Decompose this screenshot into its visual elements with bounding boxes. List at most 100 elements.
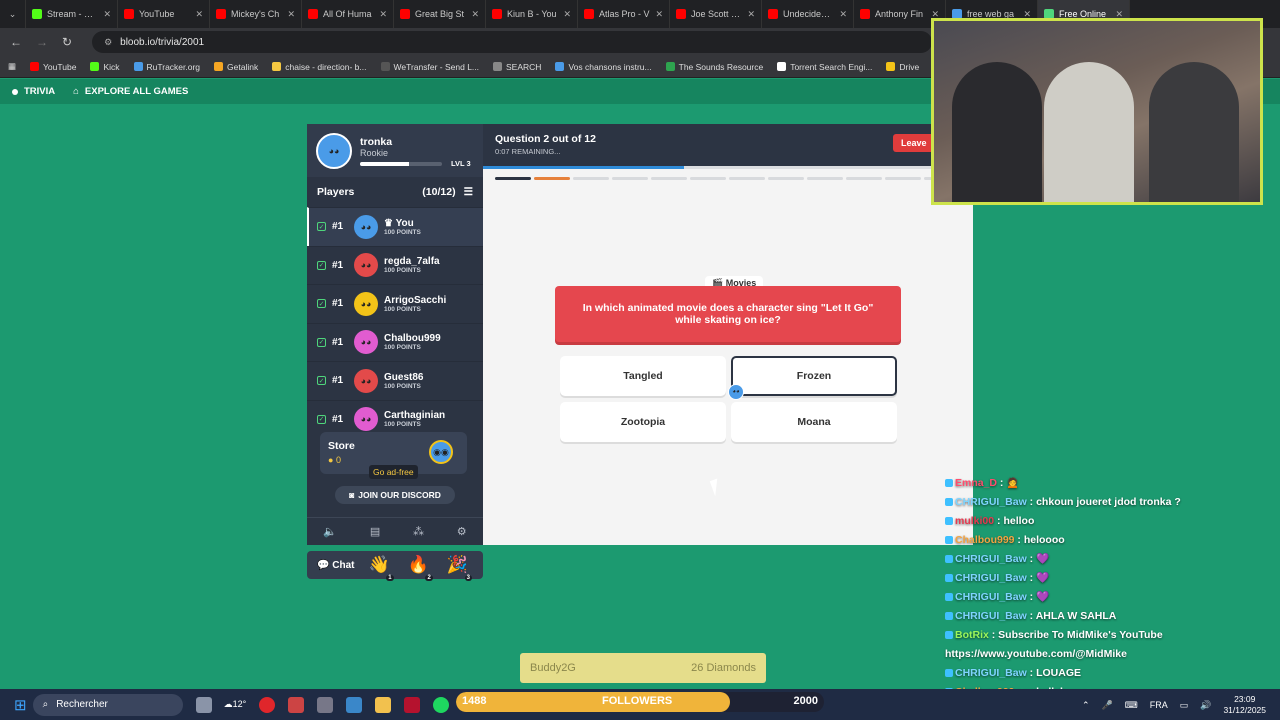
live-icon[interactable] [404,696,421,713]
chat-button[interactable]: 💬 Chat [317,560,354,571]
network-icon[interactable]: ▭ [1180,700,1189,711]
site-info-icon[interactable]: ⚙ [104,37,112,48]
search-icon: ⌕ [42,699,49,710]
close-icon[interactable]: ✕ [287,9,295,20]
browser-tab[interactable]: Undecided w ✕ [762,0,854,28]
close-icon[interactable]: ✕ [563,9,571,20]
player-row[interactable]: ✓ #1 ◕◕ Guest86 100 POINTS [307,361,483,400]
player-row[interactable]: ✓ #1 ◕◕ regda_7alfa 100 POINTS [307,245,483,285]
chat-username[interactable]: mulki00 [955,515,994,527]
answer-button[interactable]: Moana [731,402,897,442]
opera-icon[interactable] [259,696,276,713]
windows-start-icon[interactable]: ⊞ [14,696,27,714]
explore-games-link[interactable]: ⌂ EXPLORE ALL GAMES [73,86,188,97]
question-step [807,177,843,180]
player-row[interactable]: ✓ #1 ◕◕ ♛ You 100 POINTS [307,207,483,246]
question-step [495,177,531,180]
sound-icon[interactable]: 🔈 [323,525,337,538]
chat-username[interactable]: CHRIGUI_Baw [955,610,1027,622]
browser-tab[interactable]: All Of Huma ✕ [302,0,394,28]
close-icon[interactable]: ✕ [379,9,387,20]
bookmark-item[interactable]: Vos chansons instru... [555,62,652,72]
game-main: Question 2 out of 12 0:07 REMAINING... L… [483,124,973,545]
mic-icon[interactable]: 🎤 [1102,700,1113,711]
chevron-up-icon[interactable]: ⌃ [1082,700,1090,711]
chat-username[interactable]: Emna_D [955,477,997,489]
app-icon[interactable] [288,696,305,713]
clock[interactable]: 23:09 31/12/2025 [1223,694,1266,716]
close-icon[interactable]: ✕ [839,9,847,20]
bookmark-item[interactable]: Getalink [214,62,258,72]
browser-tab[interactable]: YouTube ✕ [118,0,210,28]
close-icon[interactable]: ✕ [655,9,663,20]
browser-tab[interactable]: Kiun B - You ✕ [486,0,578,28]
folder-icon[interactable] [375,696,392,713]
leave-button[interactable]: Leave [893,134,935,152]
bookmark-item[interactable]: SEARCH [493,62,541,72]
browser-tab[interactable]: Joe Scott - V ✕ [670,0,762,28]
chat-username[interactable]: CHRIGUI_Baw [955,553,1027,565]
tab-menu-button[interactable]: ⌄ [0,0,26,28]
players-header: Players (10/12) ☰ [307,177,483,207]
close-icon[interactable]: ✕ [471,9,479,20]
weather-icon[interactable]: ☁12° [224,699,247,710]
log-icon[interactable]: ▤ [370,525,380,538]
answer-button[interactable]: Zootopia [560,402,726,442]
player-row[interactable]: ✓ #1 ◕◕ Chalbou999 100 POINTS [307,322,483,362]
bookmark-item[interactable]: RuTracker.org [133,62,200,72]
settings-icon[interactable]: ⚙ [457,525,467,538]
answer-button[interactable]: Tangled [560,356,726,396]
chat-username[interactable]: BotRix [955,629,989,641]
close-icon[interactable]: ✕ [747,9,755,20]
bookmark-item[interactable]: chaise - direction- b... [272,62,367,72]
browser-tab[interactable]: Mickey's Ch ✕ [210,0,302,28]
filter-icon[interactable]: ☰ [464,186,473,198]
close-icon[interactable]: ✕ [195,9,203,20]
chat-username[interactable]: Chalbou999 [955,534,1015,546]
profile-card[interactable]: ◕◕ tronka Rookie LVL 3 [307,124,483,177]
chat-username[interactable]: CHRIGUI_Baw [955,496,1027,508]
app-icon[interactable] [346,696,363,713]
browser-tab[interactable]: Great Big St ✕ [394,0,486,28]
bookmark-item[interactable]: Drive [886,62,919,72]
reaction-button[interactable]: 👋 1 [368,555,394,581]
donation-alert: Buddy2G 26 Diamonds [520,653,766,683]
bookmark-item[interactable]: WeTransfer - Send L... [380,62,479,72]
players-icon[interactable]: ⁂ [413,525,424,538]
player-points: 100 POINTS [384,305,421,313]
player-row[interactable]: ✓ #1 ◕◕ ArrigoSacchi 100 POINTS [307,284,483,323]
bookmark-item[interactable]: YouTube [30,62,76,72]
apps-icon[interactable]: ▦ [8,61,16,72]
taskbar-search[interactable]: ⌕ Rechercher [32,693,183,716]
spotify-icon[interactable] [433,696,450,713]
reload-icon[interactable]: ↻ [62,35,72,49]
reaction-button[interactable]: 🎉 3 [447,555,472,581]
chat-username[interactable]: CHRIGUI_Baw [955,591,1027,603]
trivia-link[interactable]: TRIVIA [12,86,55,97]
answer-button[interactable]: Frozen [731,356,897,396]
chat-username[interactable]: CHRIGUI_Baw [955,667,1027,679]
keyboard-icon[interactable]: ⌨ [1125,700,1138,711]
bookmark-item[interactable]: Torrent Search Engi... [777,62,872,72]
url-field[interactable]: ⚙ bloob.io/trivia/2001 [92,31,933,53]
discord-button[interactable]: ◙ JOIN OUR DISCORD [335,486,455,504]
bookmark-item[interactable]: Kick [90,62,120,72]
browser-tab[interactable]: Stream - Kick ✕ [26,0,118,28]
app-icon[interactable] [317,696,334,713]
chat-username[interactable]: CHRIGUI_Baw [955,572,1027,584]
bookmark-icon [886,62,896,71]
bookmark-item[interactable]: The Sounds Resource [665,62,763,72]
chat-text: : heloooo [1014,534,1065,546]
task-view-icon[interactable] [195,696,212,713]
badge-icon [945,612,953,621]
ad-free-tooltip[interactable]: Go ad-free [369,465,418,479]
close-icon[interactable]: ✕ [103,9,111,20]
volume-icon[interactable]: 🔊 [1200,700,1211,711]
language-indicator[interactable]: FRA [1150,700,1168,710]
badge-icon [945,479,953,488]
reaction-count: 2 [425,575,433,581]
back-icon[interactable]: ← [10,35,22,49]
reaction-button[interactable]: 🔥 2 [408,555,433,581]
forward-icon[interactable]: → [36,35,48,49]
browser-tab[interactable]: Atlas Pro - V ✕ [578,0,670,28]
